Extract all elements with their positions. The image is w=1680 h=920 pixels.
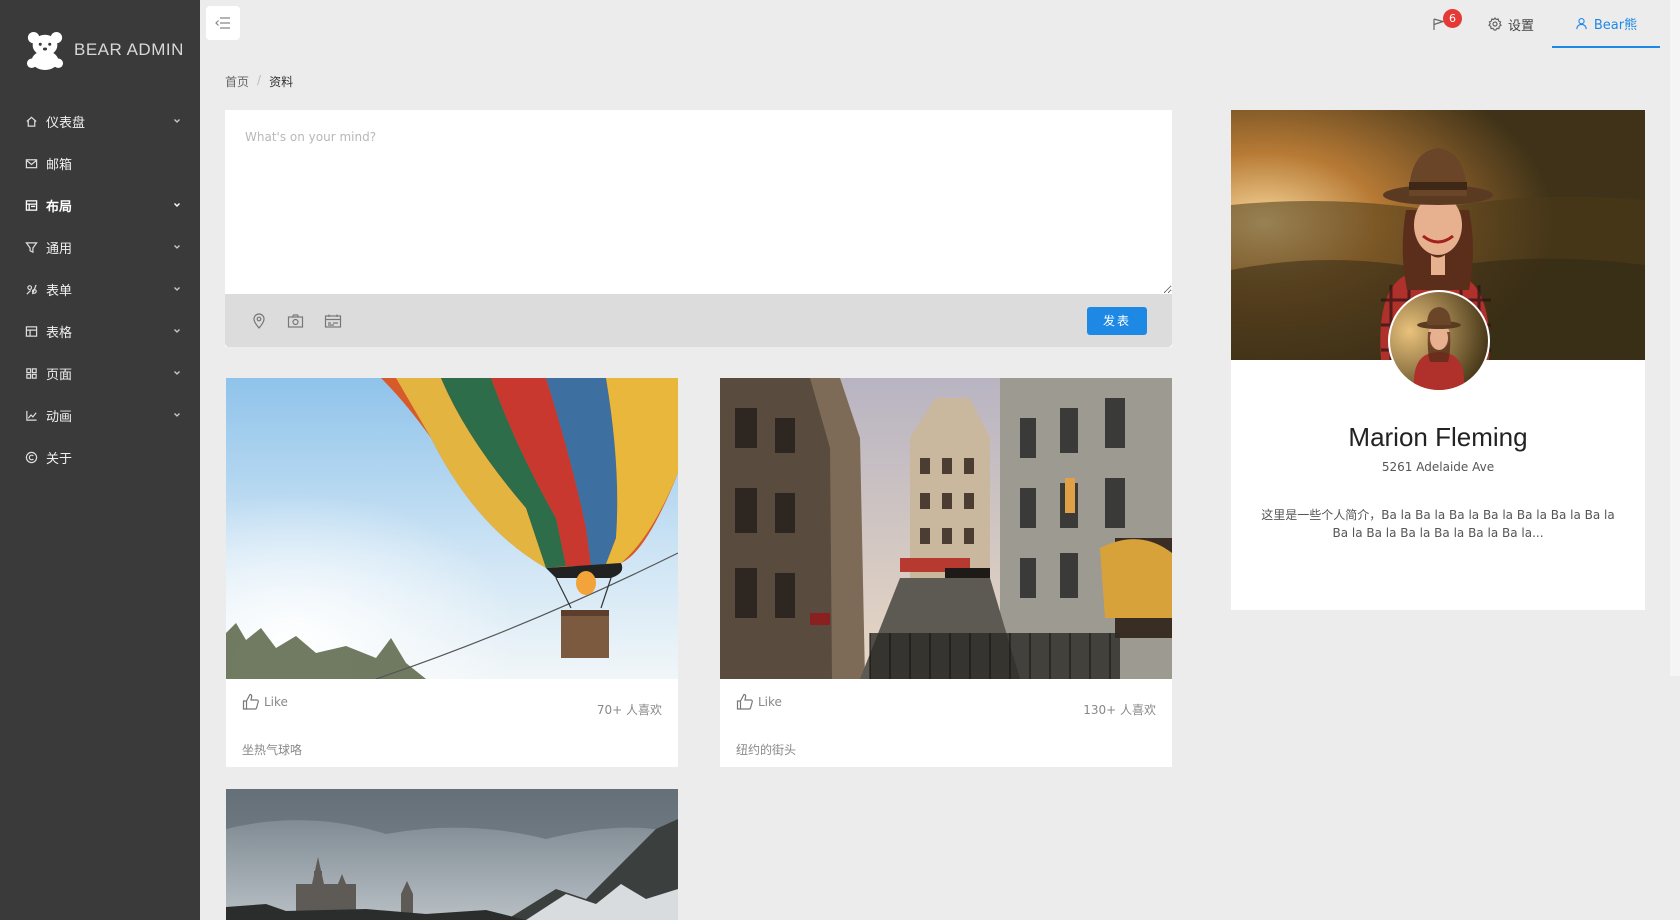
post-composer: 发表	[225, 110, 1172, 347]
profile-name: Marion Fleming	[1348, 422, 1528, 452]
table-icon	[24, 324, 38, 338]
calendar-button[interactable]	[324, 313, 342, 329]
notification-badge: 6	[1442, 9, 1462, 28]
sidebar-item-dashboard[interactable]: 仪表盘	[0, 100, 200, 142]
sidebar-toggle-button[interactable]	[206, 6, 240, 40]
grid-icon	[24, 366, 38, 380]
profile-address: 5261 Adelaide Ave	[1381, 460, 1495, 474]
brand-title: BEAR ADMIN	[74, 40, 184, 59]
sidebar-item-label: 表单	[46, 283, 73, 299]
breadcrumb: 首页 / 资料	[225, 73, 293, 90]
chevron-down-icon	[172, 116, 182, 126]
mail-icon	[24, 156, 38, 170]
like-label: Like	[264, 695, 288, 709]
chevron-down-icon	[172, 410, 182, 420]
chevron-down-icon	[172, 368, 182, 378]
chart-icon	[24, 408, 38, 422]
chevron-down-icon	[172, 326, 182, 336]
form-icon	[24, 282, 38, 296]
location-button[interactable]	[251, 312, 267, 329]
header-actions: 6 设置 Bear熊	[1414, 0, 1660, 48]
sidebar-menu: 仪表盘 邮箱 布局 通用 表单 表格 页面 动画 关于	[0, 100, 200, 478]
post-card	[226, 789, 678, 920]
layout-icon	[24, 198, 38, 212]
post-button[interactable]: 发表	[1087, 306, 1147, 335]
sidebar-item-pages[interactable]: 页面	[0, 352, 200, 394]
sidebar-item-about[interactable]: 关于	[0, 436, 200, 478]
chevron-down-icon	[172, 200, 182, 210]
sidebar-item-label: 表格	[46, 325, 73, 341]
chevron-down-icon	[172, 284, 182, 294]
bear-logo-icon	[26, 31, 64, 70]
home-icon	[24, 114, 38, 128]
likes-count: 130+ 人喜欢	[1083, 703, 1156, 717]
sidebar-item-label: 关于	[46, 451, 73, 467]
post-photo[interactable]	[226, 378, 678, 679]
sidebar-item-label: 页面	[46, 367, 73, 383]
sidebar-item-label: 邮箱	[46, 157, 73, 173]
sidebar-item-animation[interactable]: 动画	[0, 394, 200, 436]
sidebar-item-label: 仪表盘	[46, 115, 86, 131]
post-photo[interactable]	[720, 378, 1172, 679]
scrollbar[interactable]	[1670, 0, 1680, 676]
sidebar-item-mail[interactable]: 邮箱	[0, 142, 200, 184]
like-label: Like	[758, 695, 782, 709]
photo-button[interactable]	[287, 313, 304, 329]
thumbs-up-icon	[736, 693, 753, 710]
chevron-down-icon	[172, 242, 182, 252]
post-card: Like 70+ 人喜欢 坐热气球咯	[226, 378, 678, 767]
settings-label: 设置	[1507, 18, 1534, 34]
top-header: 6 设置 Bear熊	[200, 0, 1680, 48]
post-card: Like 130+ 人喜欢 纽约的街头	[720, 378, 1172, 767]
avatar-image	[1390, 292, 1488, 390]
breadcrumb-separator: /	[257, 73, 262, 87]
filter-icon	[24, 240, 38, 254]
user-label: Bear熊	[1593, 17, 1638, 33]
breadcrumb-home[interactable]: 首页	[225, 73, 249, 90]
brand[interactable]: BEAR ADMIN	[0, 0, 200, 100]
likes-count: 70+ 人喜欢	[596, 703, 662, 717]
post-caption: 纽约的街头	[736, 743, 797, 757]
copyright-icon	[24, 450, 38, 464]
calendar-icon	[324, 314, 342, 328]
post-footer: Like 130+ 人喜欢 纽约的街头	[720, 679, 1172, 767]
sidebar-item-layout[interactable]: 布局	[0, 184, 200, 226]
composer-toolbar: 发表	[225, 294, 1172, 347]
camera-icon	[287, 313, 304, 328]
profile-bio: 这里是一些个人简介，Ba la Ba la Ba la Ba la Ba la …	[1261, 508, 1615, 540]
sidebar-item-general[interactable]: 通用	[0, 226, 200, 268]
notifications-button[interactable]: 6	[1414, 0, 1470, 48]
profile-avatar[interactable]	[1388, 290, 1490, 392]
sidebar-item-label: 布局	[46, 199, 73, 215]
user-menu-button[interactable]: Bear熊	[1552, 0, 1660, 48]
sidebar-item-tables[interactable]: 表格	[0, 310, 200, 352]
settings-icon	[1488, 17, 1502, 31]
post-footer: Like 70+ 人喜欢 坐热气球咯	[226, 679, 678, 767]
post-input[interactable]	[225, 110, 1172, 294]
location-pin-icon	[253, 312, 265, 329]
profile-card: Marion Fleming 5261 Adelaide Ave 这里是一些个人…	[1231, 110, 1645, 610]
breadcrumb-current: 资料	[269, 75, 294, 89]
menu-fold-icon	[215, 17, 230, 29]
thumbs-up-icon	[242, 693, 259, 710]
sidebar-item-label: 动画	[46, 409, 73, 425]
settings-button[interactable]: 设置	[1470, 0, 1552, 48]
sidebar-item-forms[interactable]: 表单	[0, 268, 200, 310]
user-icon	[1576, 17, 1587, 29]
post-photo[interactable]	[226, 789, 678, 920]
post-caption: 坐热气球咯	[242, 743, 303, 757]
sidebar-item-label: 通用	[46, 241, 73, 257]
sidebar: BEAR ADMIN 仪表盘 邮箱 布局 通用 表单 表格 页面 动画 关于	[0, 0, 200, 920]
